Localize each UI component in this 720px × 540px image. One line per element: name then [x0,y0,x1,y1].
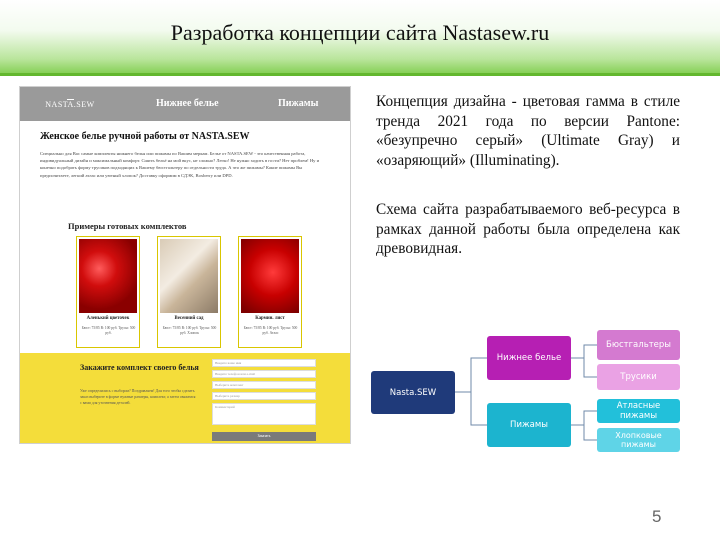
tree-connectors [455,344,597,441]
tree-root-node: Nasta.SEW [371,371,455,414]
page-number: 5 [652,507,662,526]
tree-node-bras: Бюстгальтеры [597,330,680,360]
tree-node-cotton-pajamas: Хлопковые пижамы [597,428,680,452]
tree-node-panties: Трусики [597,364,680,390]
tree-node-pajamas: Пижамы [487,403,571,447]
tree-node-satin-pajamas: Атласные пижамы [597,399,680,423]
tree-node-lingerie: Нижнее белье [487,336,571,380]
